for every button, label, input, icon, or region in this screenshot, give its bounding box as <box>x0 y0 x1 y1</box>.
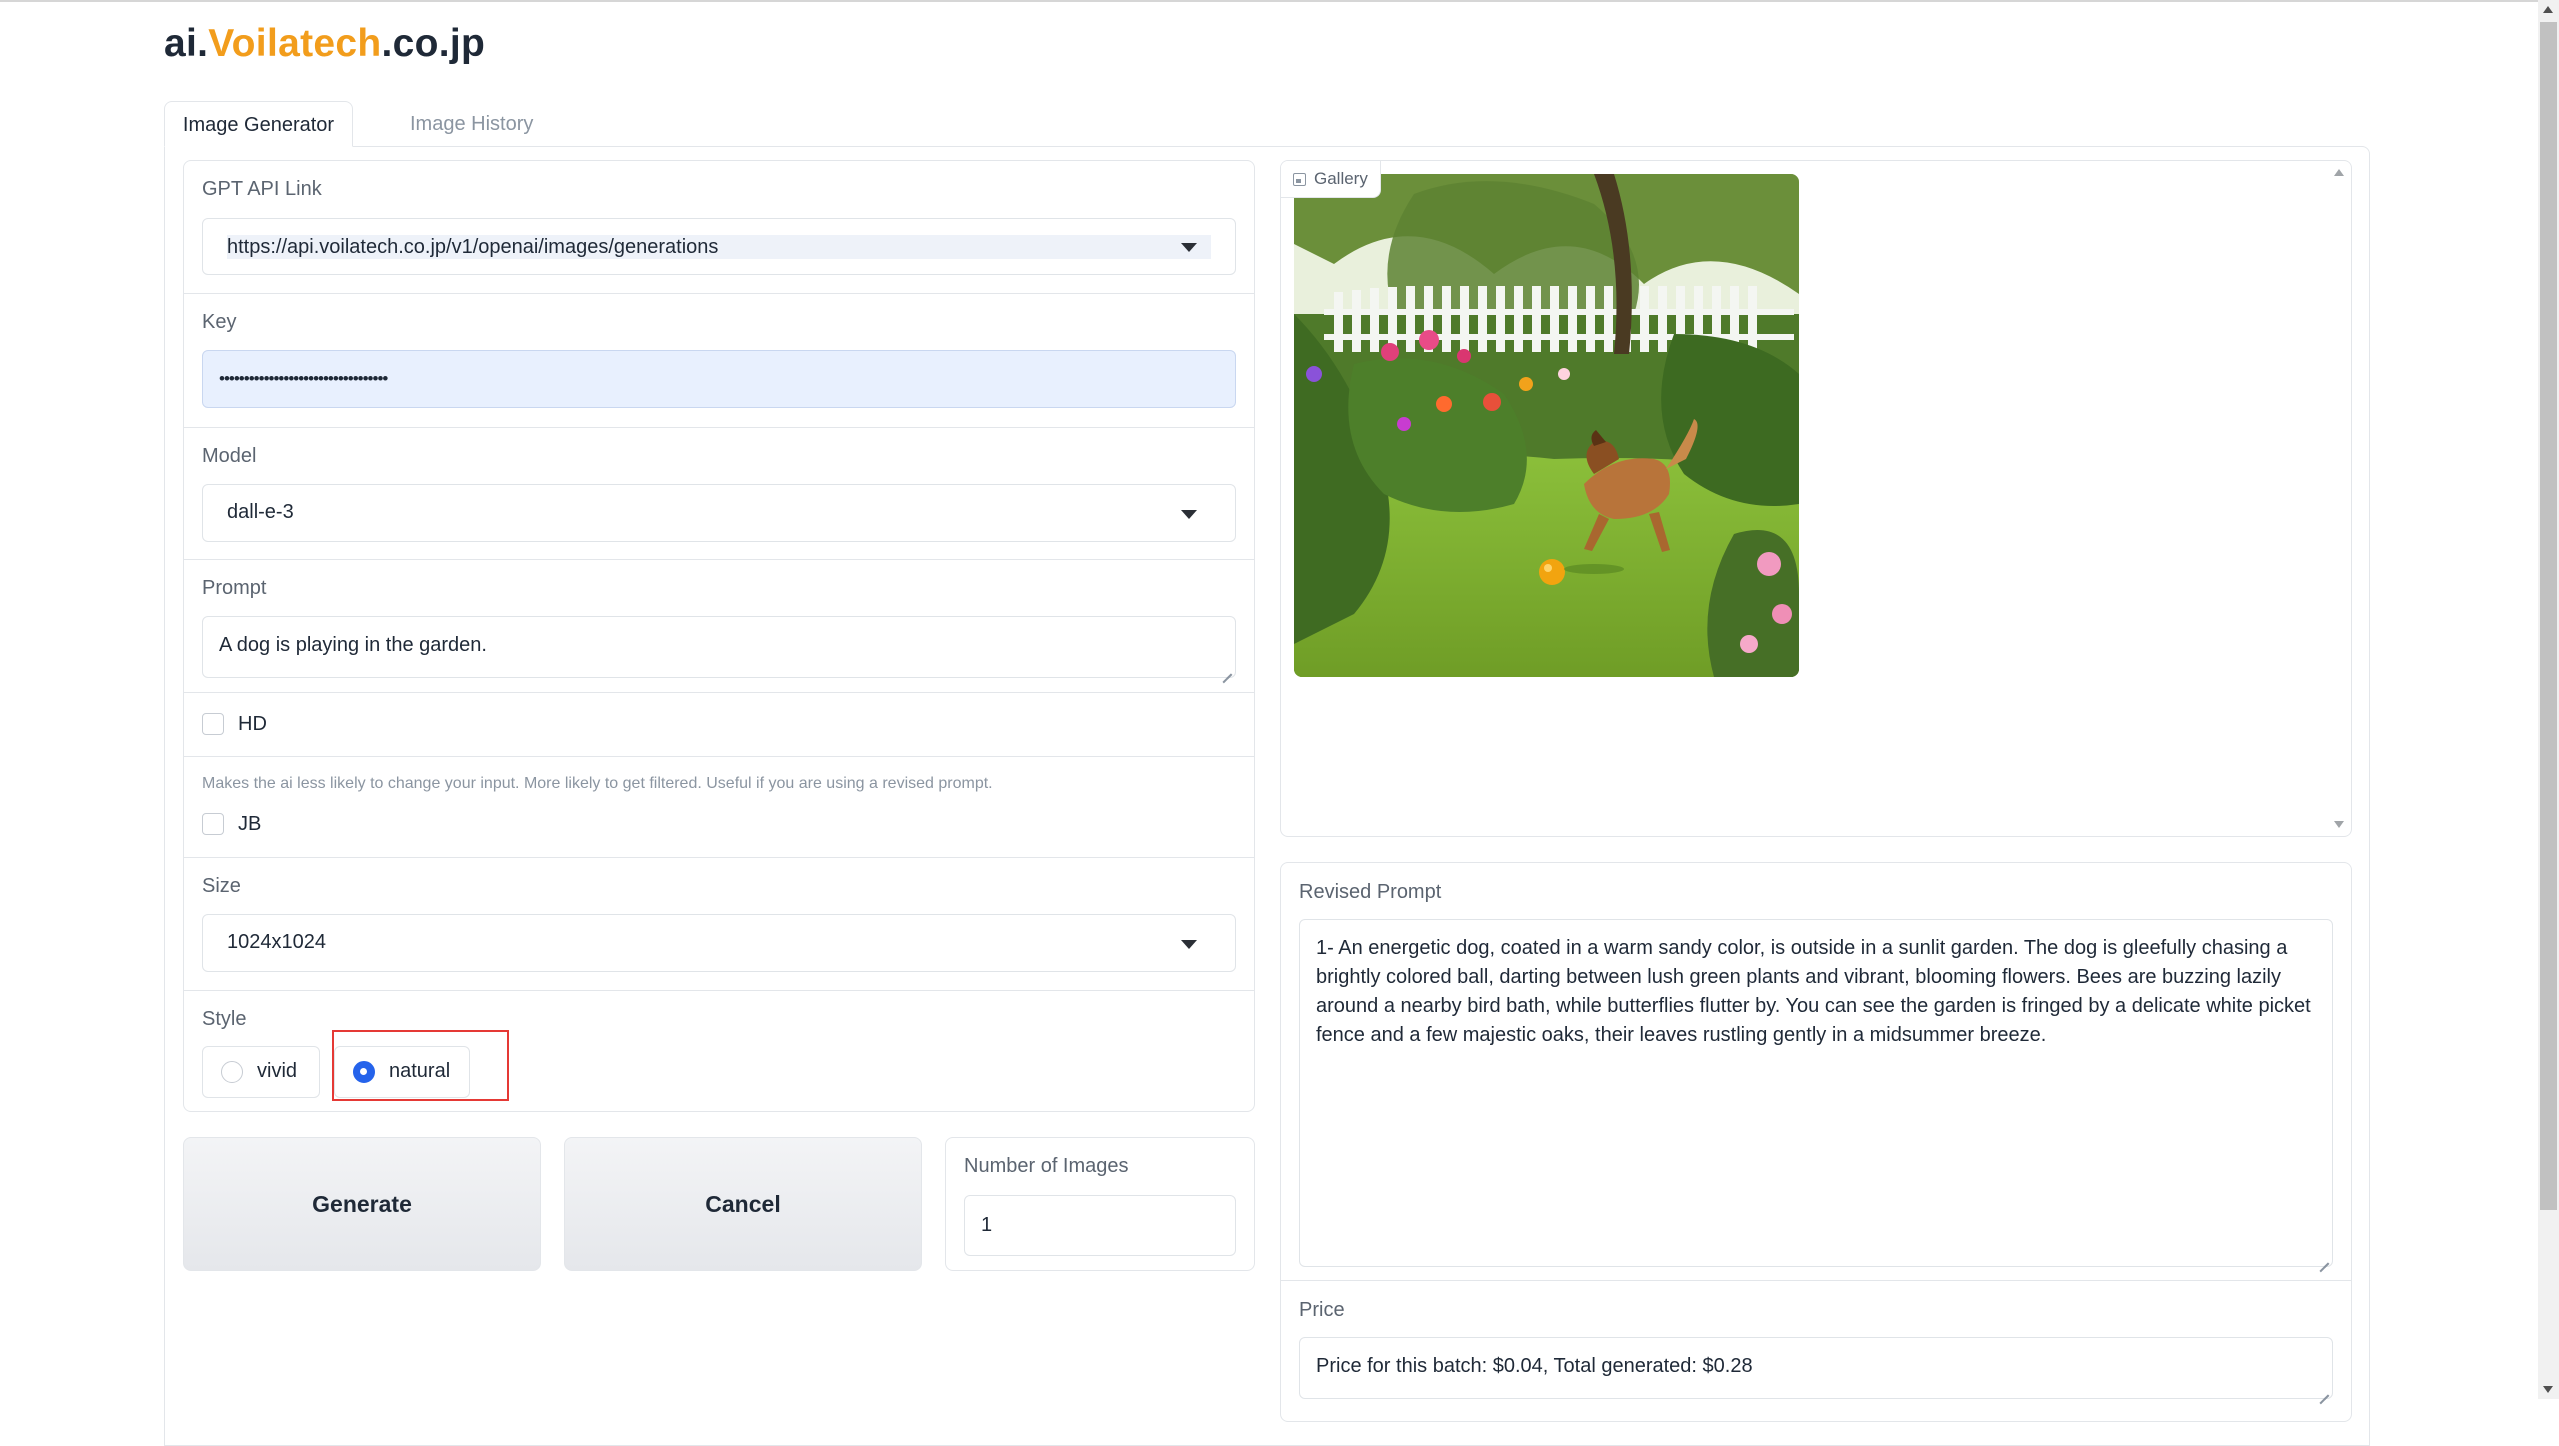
scroll-down-arrow-icon[interactable] <box>2543 1386 2553 1393</box>
size-block: Size 1024x1024 <box>184 858 1254 991</box>
revised-prompt-line-4: fence and a few majestic oaks, their lea… <box>1316 1024 2047 1046</box>
scroll-up-arrow-icon[interactable] <box>2334 169 2344 176</box>
model-dropdown[interactable]: dall-e-3 <box>202 484 1236 542</box>
size-value: 1024x1024 <box>227 931 326 953</box>
logo-suffix: .co.jp <box>381 22 486 65</box>
cancel-button[interactable]: Cancel <box>564 1137 922 1271</box>
scrollbar-thumb[interactable] <box>2540 22 2557 1210</box>
gallery-image-thumbnail[interactable] <box>1294 174 1799 677</box>
chevron-down-icon <box>1181 940 1197 949</box>
jb-hint: Makes the ai less likely to change your … <box>202 775 993 792</box>
hd-checkbox[interactable] <box>202 713 224 735</box>
jb-block: Makes the ai less likely to change your … <box>184 757 1254 858</box>
model-block: Model dall-e-3 <box>184 428 1254 560</box>
logo-prefix: ai. <box>164 22 209 65</box>
style-option-vivid-label: vivid <box>257 1060 298 1082</box>
size-dropdown[interactable]: 1024x1024 <box>202 914 1236 972</box>
settings-panel: GPT API Link https://api.voilatech.co.jp… <box>183 160 1255 1112</box>
divider <box>1281 1280 2351 1281</box>
hd-label: HD <box>238 713 267 735</box>
gallery-label-text: Gallery <box>1314 169 1368 188</box>
dog-garden-image <box>1294 174 1799 677</box>
key-block: Key •••••••••••••••••••••••••••••••••• <box>184 294 1254 428</box>
gallery-panel: Gallery <box>1280 160 2352 837</box>
api-link-value: https://api.voilatech.co.jp/v1/openai/im… <box>227 236 719 258</box>
size-label: Size <box>202 875 241 897</box>
revised-prompt-line-3: around a nearby bird bath, while butterf… <box>1316 995 2311 1017</box>
page-scrollbar[interactable] <box>2538 0 2559 1399</box>
revised-prompt-textarea[interactable]: 1- An energetic dog, coated in a warm sa… <box>1299 919 2333 1267</box>
price-label: Price <box>1299 1299 1345 1321</box>
resize-handle[interactable] <box>1222 664 1232 674</box>
api-link-dropdown[interactable]: https://api.voilatech.co.jp/v1/openai/im… <box>202 218 1236 275</box>
jb-checkbox[interactable] <box>202 813 224 835</box>
prompt-label: Prompt <box>202 577 267 599</box>
tab-image-history[interactable]: Image History <box>386 101 557 147</box>
api-link-value-box: https://api.voilatech.co.jp/v1/openai/im… <box>227 235 1211 259</box>
prompt-textarea[interactable]: A dog is playing in the garden. <box>202 616 1236 678</box>
api-link-label: GPT API Link <box>202 178 322 200</box>
price-value: Price for this batch: $0.04, Total gener… <box>1316 1355 1753 1377</box>
output-panel: Revised Prompt 1- An energetic dog, coat… <box>1280 862 2352 1422</box>
number-of-images-label: Number of Images <box>964 1155 1129 1177</box>
hd-block: HD <box>184 693 1254 757</box>
scroll-up-arrow-icon[interactable] <box>2543 6 2553 13</box>
resize-handle[interactable] <box>2319 1385 2329 1395</box>
key-input[interactable]: •••••••••••••••••••••••••••••••••• <box>202 350 1236 408</box>
style-label: Style <box>202 1008 247 1030</box>
revised-prompt-line-1: 1- An energetic dog, coated in a warm sa… <box>1316 937 2288 959</box>
prompt-block: Prompt A dog is playing in the garden. <box>184 560 1254 693</box>
scroll-down-arrow-icon[interactable] <box>2334 821 2344 828</box>
style-option-vivid[interactable]: vivid <box>202 1046 320 1098</box>
site-logo: ai.Voilatech.co.jp <box>164 22 485 66</box>
number-of-images-value: 1 <box>981 1214 993 1236</box>
generate-button[interactable]: Generate <box>183 1137 541 1271</box>
number-of-images-input[interactable]: 1 <box>964 1195 1236 1256</box>
jb-label: JB <box>238 813 262 835</box>
chevron-down-icon <box>1181 510 1197 519</box>
image-icon <box>1293 173 1306 186</box>
model-value: dall-e-3 <box>227 501 294 523</box>
gallery-label: Gallery <box>1281 161 1381 198</box>
price-textarea[interactable]: Price for this batch: $0.04, Total gener… <box>1299 1337 2333 1399</box>
logo-accent: Voilatech <box>208 22 382 65</box>
key-label: Key <box>202 311 237 333</box>
api-link-block: GPT API Link https://api.voilatech.co.jp… <box>184 161 1254 294</box>
selection-highlight <box>332 1030 509 1101</box>
number-of-images-block: Number of Images 1 <box>945 1137 1255 1271</box>
model-label: Model <box>202 445 257 467</box>
revised-prompt-line-2: brightly colored ball, darting between l… <box>1316 966 2281 988</box>
chevron-down-icon <box>1181 243 1197 252</box>
prompt-value: A dog is playing in the garden. <box>219 634 487 656</box>
top-border <box>0 0 2559 2</box>
radio-unselected-icon <box>221 1061 243 1083</box>
tab-image-generator[interactable]: Image Generator <box>164 101 353 147</box>
resize-handle[interactable] <box>2319 1253 2329 1263</box>
revised-prompt-label: Revised Prompt <box>1299 881 1442 903</box>
gallery-scrollbar[interactable] <box>2328 162 2350 835</box>
